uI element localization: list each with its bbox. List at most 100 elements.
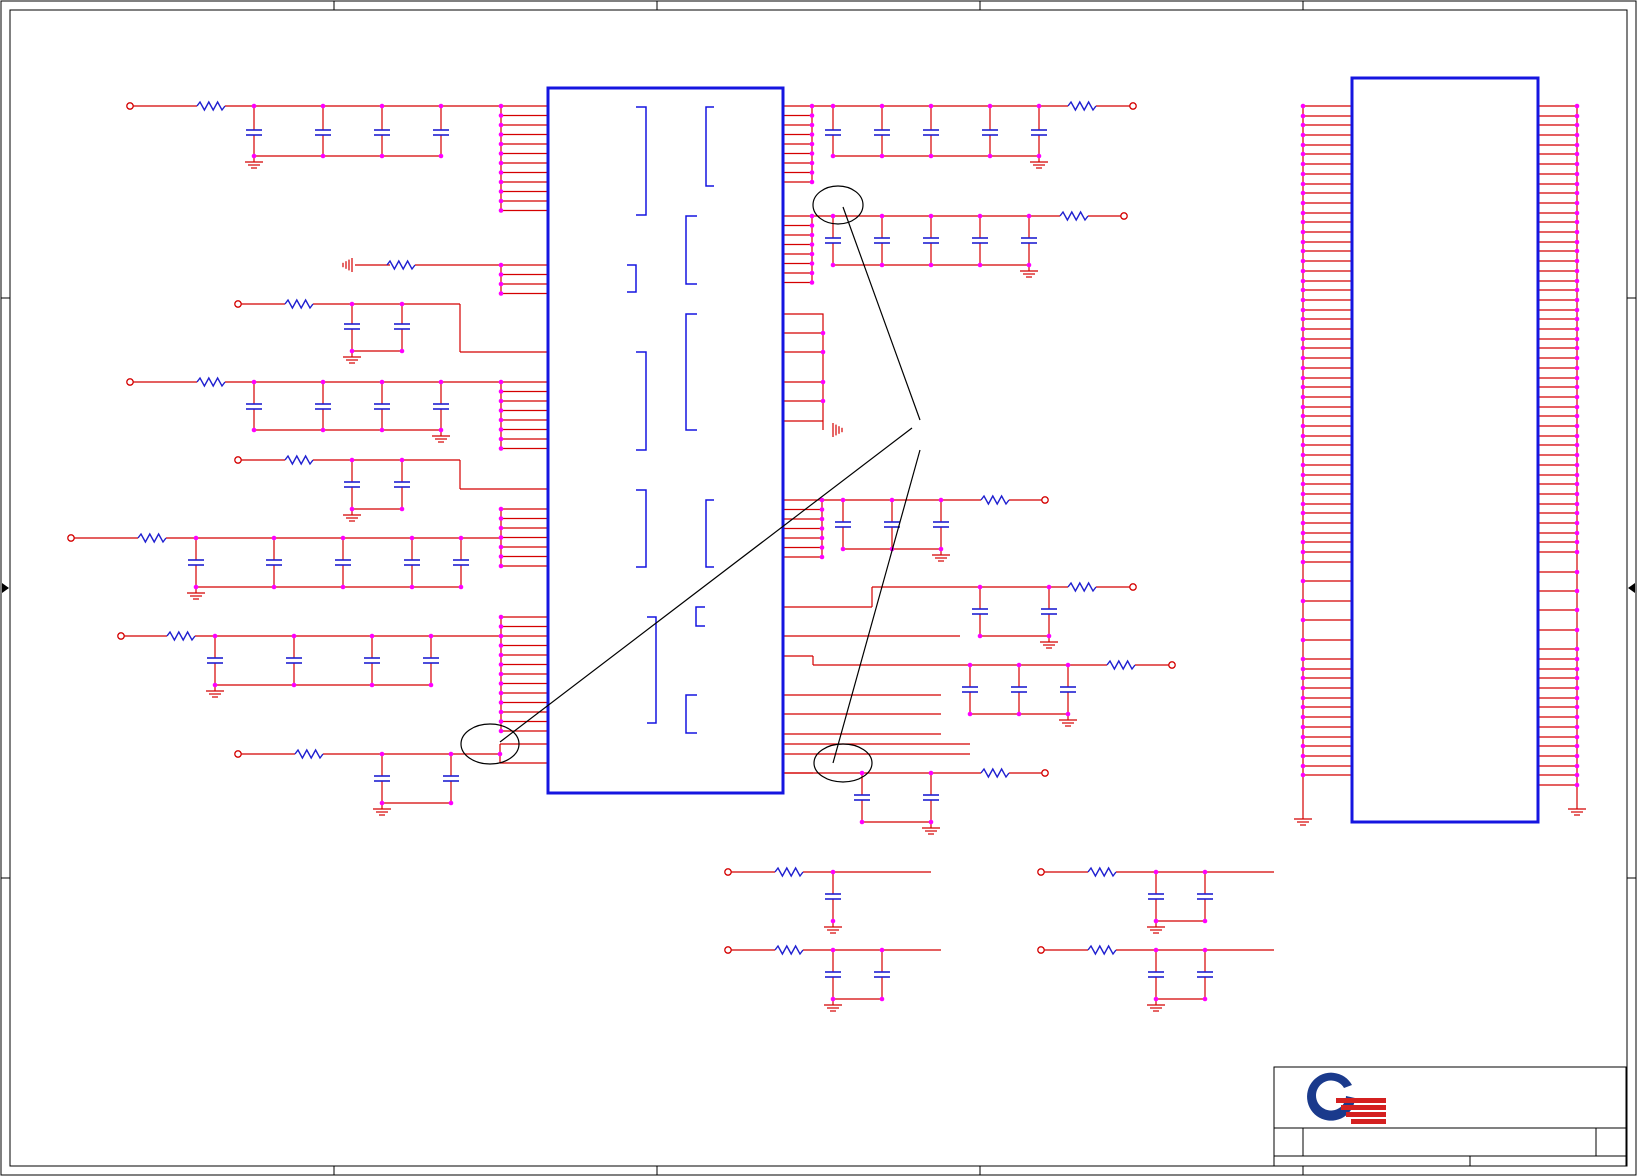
capacitor-icon [364,657,380,664]
capacitor-icon [443,775,459,782]
ground-icon [832,423,843,437]
power-port-icon [1129,102,1137,110]
capacitor-icon [315,403,331,410]
resistor-icon [294,748,324,760]
capacitor-icon [972,237,988,244]
capacitor-icon [246,129,262,136]
capacitor-icon [1197,893,1213,900]
power-port-icon [1120,212,1128,220]
capacitor-icon [433,129,449,136]
power-port-icon [1037,946,1045,954]
resistor-icon [166,630,196,642]
power-port-icon [724,868,732,876]
left-arrow-icon [1628,583,1635,593]
capacitor-icon [207,657,223,664]
resistor-icon [386,259,416,271]
resistor-icon [980,494,1010,506]
capacitor-icon [1041,608,1057,615]
capacitor-icon [286,657,302,664]
capacitor-icon [825,129,841,136]
capacitor-icon [1011,686,1027,693]
capacitor-icon [1197,971,1213,978]
capacitor-icon [1060,686,1076,693]
power-port-icon [724,946,732,954]
main-ic-u1 [546,86,785,795]
capacitor-icon [825,971,841,978]
pin-group-brackets [627,106,714,734]
resistor-icon [196,100,226,112]
capacitor-icon [374,403,390,410]
capacitor-icon [923,794,939,801]
capacitor-icon [835,521,851,528]
power-port-icon [234,456,242,464]
power-port-icon [117,632,125,640]
components [67,100,1586,1012]
ground-icon [342,258,353,272]
resistor-icon [284,454,314,466]
capacitor-icon [874,129,890,136]
power-port-icon [234,750,242,758]
capacitor-icon [874,237,890,244]
capacitor-icon [344,481,360,488]
power-port-icon [1041,496,1049,504]
capacitor-icon [266,559,282,566]
capacitor-icon [923,237,939,244]
power-port-icon [67,534,75,542]
ground-icon [1294,813,1312,826]
power-port-icon [1041,769,1049,777]
resistor-icon [980,767,1010,779]
capacitor-icon [1031,129,1047,136]
capacitor-icon [1021,237,1037,244]
capacitor-icon [374,129,390,136]
power-port-icon [126,378,134,386]
capacitor-icon [246,403,262,410]
power-port-icon [1129,583,1137,591]
capacitor-icon [188,559,204,566]
resistor-icon [284,298,314,310]
schematic-sheet [0,0,1637,1176]
capacitor-icon [453,559,469,566]
resistor-icon [774,866,804,878]
capacitor-icon [335,559,351,566]
sheet-frame [0,0,1637,1176]
resistor-icon [1087,944,1117,956]
capacitor-icon [1148,893,1164,900]
power-port-icon [1037,868,1045,876]
ground-icon [1568,803,1586,816]
capacitor-icon [1148,971,1164,978]
resistor-icon [1059,210,1089,222]
power-port-icon [126,102,134,110]
callout-circle-top [812,185,864,225]
capacitor-icon [962,686,978,693]
right-arrow-icon [2,583,9,593]
capacitor-icon [884,521,900,528]
capacitor-icon [315,129,331,136]
capacitor-icon [374,775,390,782]
resistor-icon [1067,581,1097,593]
callout-circle-bottom [813,743,873,783]
power-port-icon [234,300,242,308]
capacitor-icon [825,893,841,900]
resistor-icon [196,376,226,388]
capacitor-icon [394,481,410,488]
capacitor-icon [874,971,890,978]
company-logo-icon [1307,1072,1386,1124]
resistor-icon [1087,866,1117,878]
resistor-icon [774,944,804,956]
capacitor-icon [933,521,949,528]
capacitor-icon [825,237,841,244]
capacitor-icon [433,403,449,410]
connector-j1 [1350,76,1540,824]
capacitor-icon [982,129,998,136]
resistor-icon [137,532,167,544]
capacitor-icon [923,129,939,136]
capacitor-icon [423,657,439,664]
capacitor-icon [972,608,988,615]
power-port-icon [1168,661,1176,669]
capacitor-icon [854,794,870,801]
resistor-icon [1067,100,1097,112]
capacitor-icon [344,323,360,330]
capacitor-icon [404,559,420,566]
capacitor-icon [394,323,410,330]
resistor-icon [1106,659,1136,671]
